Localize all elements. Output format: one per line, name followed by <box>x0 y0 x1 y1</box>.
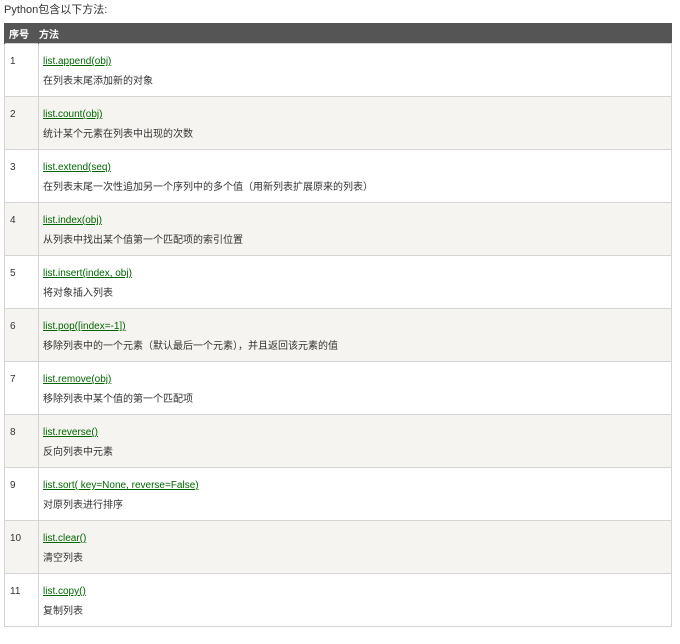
method-description: 移除列表中某个值的第一个匹配项 <box>43 394 193 405</box>
method-link[interactable]: list.reverse() <box>43 427 98 439</box>
method-description: 反向列表中元素 <box>43 447 113 458</box>
row-number: 5 <box>10 268 16 279</box>
method-link[interactable]: list.index(obj) <box>43 215 102 227</box>
table-row: 10 list.clear() 清空列表 <box>4 520 672 574</box>
table-row: 3 list.extend(seq) 在列表末尾一次性追加另一个序列中的多个值（用… <box>4 149 672 203</box>
method-description: 对原列表进行排序 <box>43 500 123 511</box>
row-number: 4 <box>10 215 16 226</box>
row-number: 8 <box>10 427 16 438</box>
table-row: 1 list.append(obj) 在列表末尾添加新的对象 <box>4 43 672 97</box>
row-number: 7 <box>10 374 16 385</box>
method-link[interactable]: list.sort( key=None, reverse=False) <box>43 480 199 492</box>
table-row: 7 list.remove(obj) 移除列表中某个值的第一个匹配项 <box>4 361 672 415</box>
table-row: 8 list.reverse() 反向列表中元素 <box>4 414 672 468</box>
method-link[interactable]: list.append(obj) <box>43 56 111 68</box>
row-number: 9 <box>10 480 16 491</box>
table-row: 2 list.count(obj) 统计某个元素在列表中出现的次数 <box>4 96 672 150</box>
method-description: 从列表中找出某个值第一个匹配项的索引位置 <box>43 235 243 246</box>
table-row: 6 list.pop([index=-1]) 移除列表中的一个元素（默认最后一个元… <box>4 308 672 362</box>
header-number: 序号 <box>4 23 39 44</box>
row-number: 1 <box>10 56 16 67</box>
method-description: 清空列表 <box>43 553 83 564</box>
table-row: 11 list.copy() 复制列表 <box>4 573 672 627</box>
method-description: 在列表末尾一次性追加另一个序列中的多个值（用新列表扩展原来的列表） <box>43 182 373 193</box>
method-description: 在列表末尾添加新的对象 <box>43 76 153 87</box>
row-number: 3 <box>10 162 16 173</box>
method-link[interactable]: list.remove(obj) <box>43 374 111 386</box>
row-number: 10 <box>10 533 22 544</box>
row-number: 11 <box>10 586 21 597</box>
table-row: 4 list.index(obj) 从列表中找出某个值第一个匹配项的索引位置 <box>4 202 672 256</box>
method-description: 统计某个元素在列表中出现的次数 <box>43 129 193 140</box>
row-number: 2 <box>10 109 16 120</box>
method-link[interactable]: list.clear() <box>43 533 86 545</box>
method-link[interactable]: list.count(obj) <box>43 109 102 121</box>
methods-table: 序号 方法 1 list.append(obj) 在列表末尾添加新的对象 2 li… <box>4 23 672 627</box>
method-description: 将对象插入列表 <box>43 288 113 299</box>
header-method: 方法 <box>38 23 672 44</box>
method-description: 复制列表 <box>43 606 83 617</box>
table-row: 5 list.insert(index, obj) 将对象插入列表 <box>4 255 672 309</box>
method-link[interactable]: list.extend(seq) <box>43 162 111 174</box>
method-link[interactable]: list.pop([index=-1]) <box>43 321 126 333</box>
method-link[interactable]: list.copy() <box>43 586 86 598</box>
table-header-row: 序号 方法 <box>4 23 672 44</box>
intro-text: Python包含以下方法: <box>4 4 108 16</box>
table-row: 9 list.sort( key=None, reverse=False) 对原列… <box>4 467 672 521</box>
method-description: 移除列表中的一个元素（默认最后一个元素），并且返回该元素的值 <box>43 341 338 352</box>
method-link[interactable]: list.insert(index, obj) <box>43 268 132 280</box>
row-number: 6 <box>10 321 16 332</box>
